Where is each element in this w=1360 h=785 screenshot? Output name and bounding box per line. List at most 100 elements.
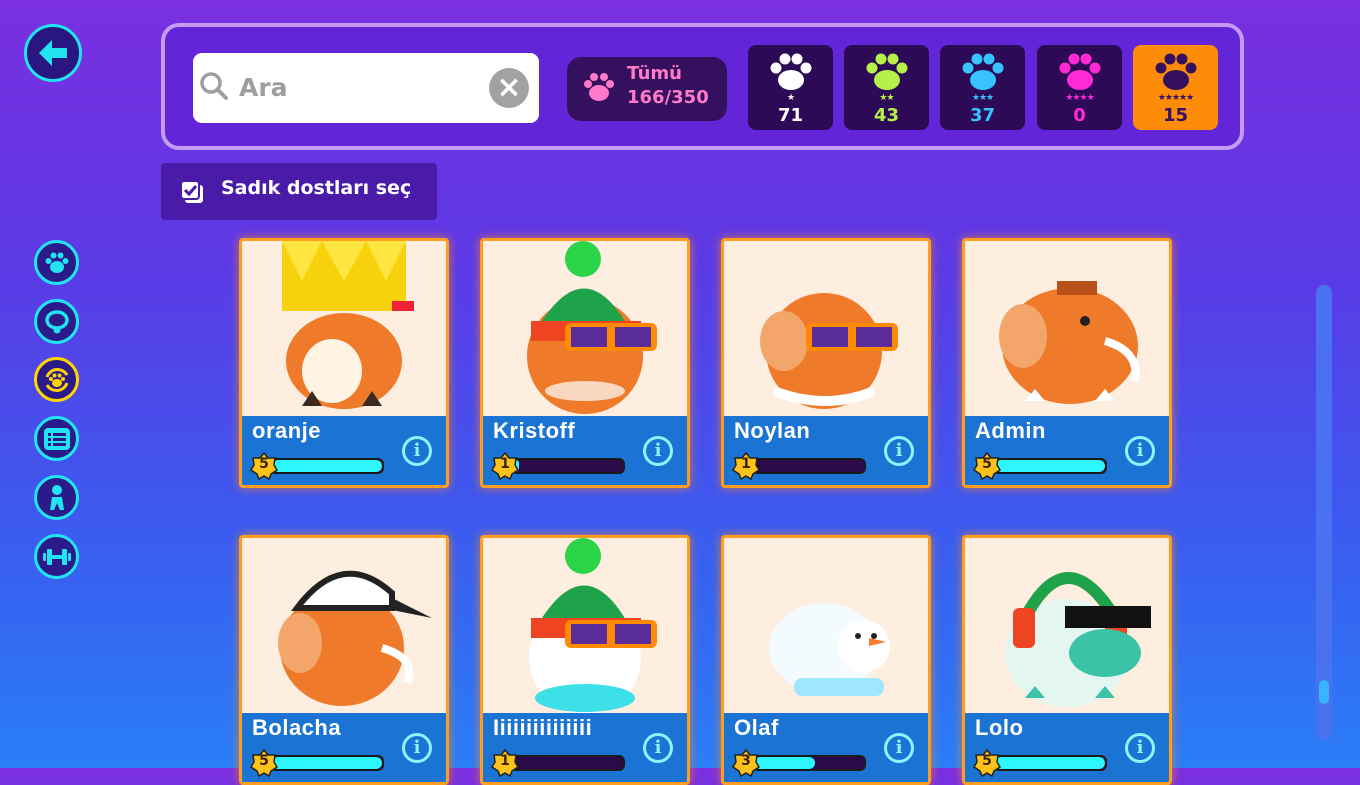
level-badge: 5 <box>250 452 278 480</box>
info-icon: i <box>895 440 903 461</box>
clear-search-button[interactable]: × <box>489 68 529 108</box>
pet-info-panel: Olaf 3 i <box>724 713 928 782</box>
info-icon: i <box>1136 440 1144 461</box>
pet-card[interactable]: Lolo 5 i <box>962 535 1172 785</box>
info-icon: i <box>413 440 421 461</box>
pet-info-panel: Bolacha 5 i <box>242 713 446 782</box>
level-badge: 1 <box>491 452 519 480</box>
pet-level: 1 <box>741 456 751 472</box>
pet-name: Bolacha <box>252 715 342 740</box>
pet-name: Noylan <box>734 418 811 443</box>
pet-card[interactable]: Iiiiiiiiiiiiiii 1 i <box>480 535 690 785</box>
scrollbar-thumb[interactable] <box>1319 680 1329 704</box>
info-icon: i <box>654 440 662 461</box>
pet-progress-bar <box>993 755 1107 771</box>
pet-level: 1 <box>500 456 510 472</box>
sidebar-training[interactable] <box>34 534 79 579</box>
sidebar-collars[interactable] <box>34 299 79 344</box>
pet-progress-bar <box>752 458 866 474</box>
sidebar-character[interactable] <box>34 475 79 520</box>
sidebar-list[interactable] <box>34 416 79 461</box>
info-icon: i <box>413 737 421 758</box>
pet-info-panel: Kristoff 1 i <box>483 416 687 485</box>
pet-info-button[interactable]: i <box>643 436 673 466</box>
level-badge: 1 <box>491 749 519 777</box>
select-loyal-label: Sadık dostları seç <box>221 177 412 199</box>
pet-info-button[interactable]: i <box>1125 436 1155 466</box>
rarity-count: 37 <box>969 105 996 126</box>
rarity-count: 43 <box>873 105 900 126</box>
pet-progress-bar <box>993 458 1107 474</box>
rarity-filter-1[interactable]: ★ 71 <box>748 45 833 130</box>
search-input[interactable]: Ara <box>239 73 288 102</box>
pet-image <box>1005 572 1151 707</box>
pet-progress-bar <box>270 755 384 771</box>
search-icon <box>200 72 228 100</box>
pet-progress-bar <box>270 458 384 474</box>
pet-info-button[interactable]: i <box>884 436 914 466</box>
pet-card[interactable]: Kristoff 1 i <box>480 238 690 488</box>
rarity-filter-5[interactable]: ★★★★★ 15 <box>1133 45 1218 130</box>
pet-name: Lolo <box>975 715 1024 740</box>
pet-info-button[interactable]: i <box>884 733 914 763</box>
info-icon: i <box>895 737 903 758</box>
list-icon <box>43 427 70 450</box>
rarity-stars: ★★ <box>879 93 894 103</box>
pet-progress-bar <box>511 458 625 474</box>
level-badge: 5 <box>973 749 1001 777</box>
all-count: 166/350 <box>627 87 709 108</box>
pet-image <box>999 281 1140 404</box>
filter-bar: Ara × Tümü 166/350 ★ 71 ★★ 43 ★★★ 37 ★★★… <box>161 23 1244 150</box>
pet-image <box>760 293 898 409</box>
search-field[interactable]: Ara × <box>193 53 539 123</box>
pet-card[interactable]: Olaf 3 i <box>721 535 931 785</box>
pet-name: Iiiiiiiiiiiiiii <box>493 715 593 740</box>
level-badge: 1 <box>732 452 760 480</box>
collar-icon <box>44 309 69 333</box>
pet-info-button[interactable]: i <box>1125 733 1155 763</box>
pet-info-button[interactable]: i <box>402 436 432 466</box>
info-icon: i <box>1136 737 1144 758</box>
rarity-stars: ★★★★ <box>1065 93 1094 103</box>
pet-name: oranje <box>252 418 322 443</box>
sidebar-pets[interactable] <box>34 240 79 285</box>
pet-level: 5 <box>982 456 992 472</box>
pet-info-button[interactable]: i <box>643 733 673 763</box>
pet-level: 5 <box>982 753 992 769</box>
rarity-filter-3[interactable]: ★★★ 37 <box>940 45 1025 130</box>
rarity-stars: ★ <box>786 93 795 103</box>
pet-card[interactable]: Bolacha 5 i <box>239 535 449 785</box>
sidebar-pet-cycle[interactable] <box>34 357 79 402</box>
pet-image <box>278 570 432 706</box>
pet-image <box>527 241 657 414</box>
pet-info-button[interactable]: i <box>402 733 432 763</box>
rarity-count: 15 <box>1162 105 1189 126</box>
all-pets-filter[interactable]: Tümü 166/350 <box>567 57 727 121</box>
pet-card[interactable]: oranje 5 i <box>239 238 449 488</box>
back-button[interactable] <box>24 24 82 82</box>
pet-info-panel: Iiiiiiiiiiiiiii 1 i <box>483 713 687 782</box>
pet-image <box>282 241 414 409</box>
dumbbell-icon <box>42 548 71 565</box>
scrollbar[interactable] <box>1316 285 1332 740</box>
pet-image <box>529 538 657 713</box>
close-icon: × <box>496 70 522 105</box>
paw-icon <box>1155 53 1197 90</box>
pet-progress-bar <box>511 755 625 771</box>
rarity-filter-4[interactable]: ★★★★ 0 <box>1037 45 1122 130</box>
info-icon: i <box>654 737 662 758</box>
paw-icon <box>770 53 812 90</box>
rarity-stars: ★★★★★ <box>1157 93 1194 103</box>
rarity-count: 71 <box>777 105 804 126</box>
level-badge: 5 <box>973 452 1001 480</box>
pet-card[interactable]: Admin 5 i <box>962 238 1172 488</box>
pet-info-panel: Admin 5 i <box>965 416 1169 485</box>
checkbox-icon <box>180 180 203 203</box>
rarity-filter-2[interactable]: ★★ 43 <box>844 45 929 130</box>
pet-card[interactable]: Noylan 1 i <box>721 238 931 488</box>
select-loyal-pets-button[interactable]: Sadık dostları seç <box>161 163 437 220</box>
pet-name: Kristoff <box>493 418 576 443</box>
pet-cycle-icon <box>45 367 68 392</box>
pet-level: 3 <box>741 753 751 769</box>
pet-level: 5 <box>259 753 269 769</box>
